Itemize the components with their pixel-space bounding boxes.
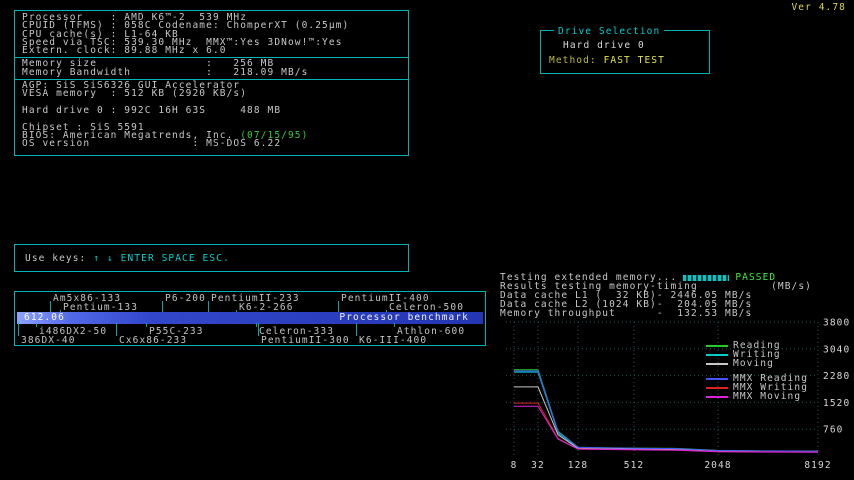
method-value: FAST TEST xyxy=(604,55,665,66)
info-line: Memory Bandwidth : 218.09 MB/s xyxy=(22,69,408,77)
system-info-panel: Processor : AMD K6™-2 539 MHzCPUID (TFMS… xyxy=(14,10,409,156)
legend-label: Moving xyxy=(733,358,774,369)
legend-label: MMX Moving xyxy=(733,391,801,402)
drive-selection-item-hard-drive[interactable]: Hard drive 0 xyxy=(563,40,709,51)
cpu-benchmark-labels-row-3: i486DX2-50P55C-233Celeron-333Athlon-600 xyxy=(15,326,485,335)
memory-chart-legend: ReadingWritingMovingMMX ReadingMMX Writi… xyxy=(706,341,808,401)
info-line: OS version : MS-DOS 6.22 xyxy=(22,140,408,148)
legend-swatch xyxy=(706,363,728,365)
info-line: Hard drive 0 : 992C 16H 63S 488 MB xyxy=(22,107,408,115)
info-line: VESA memory : 512 KB (2920 KB/s) xyxy=(22,90,408,98)
cpu-ref-label: Cx6x86-233 xyxy=(119,335,187,346)
keys-help-panel: Use keys: ↑ ↓ ENTER SPACE ESC. xyxy=(14,244,409,272)
speedsys-screen: Ver 4.78 Processor : AMD K6™-2 539 MHzCP… xyxy=(0,0,854,480)
legend-swatch xyxy=(706,396,728,398)
drive-selection-panel: Drive Selection Hard drive 0 Method: FAS… xyxy=(540,30,710,74)
legend-swatch xyxy=(706,387,728,389)
legend-item: Moving xyxy=(706,359,808,368)
memory-test-panel: Testing extended memory... PASSED Result… xyxy=(500,273,816,318)
y-axis-label: 3040 xyxy=(823,344,850,355)
legend-swatch xyxy=(706,378,728,380)
memtest-progress-bar xyxy=(683,275,729,281)
keys-help-label: Use keys: xyxy=(25,253,86,264)
legend-swatch xyxy=(706,354,728,356)
cpu-benchmark-labels-row-4: 386DX-40 Cx6x86-233 PentiumII-300 K6-III-40… xyxy=(15,335,485,344)
x-axis-label: 128 xyxy=(568,460,588,471)
keys-help-keys: ↑ ↓ ENTER SPACE ESC. xyxy=(93,253,229,264)
legend-swatch xyxy=(706,345,728,347)
series-mmx-writing xyxy=(514,403,818,452)
y-axis-label: 3800 xyxy=(823,318,850,329)
cpu-ref-label: K6-III-400 xyxy=(359,335,427,346)
cpu-ref-label: PentiumII-300 xyxy=(261,335,350,346)
cpu-benchmark-panel: Am5x86-133P6-200PentiumII-233PentiumII-4… xyxy=(14,291,486,346)
x-axis-label: 8 xyxy=(511,460,518,471)
x-axis-label: 512 xyxy=(624,460,644,471)
drive-selection-title: Drive Selection xyxy=(554,26,664,37)
system-info-lines: Processor : AMD K6™-2 539 MHzCPUID (TFMS… xyxy=(22,14,408,148)
x-axis-label: 2048 xyxy=(704,460,731,471)
y-axis-label: 760 xyxy=(823,425,843,436)
drive-selection-item-method[interactable]: Method: FAST TEST xyxy=(549,55,709,66)
info-line: Extern. clock: 89.88 MHz x 6.0 xyxy=(22,47,408,55)
cpu-benchmark-labels-row-2: Pentium-133K6-2-266Celeron-500 xyxy=(15,302,485,311)
y-axis-label: 2280 xyxy=(823,371,850,382)
benchmark-title: Processor benchmark xyxy=(339,312,469,324)
x-axis-label: 8192 xyxy=(804,460,831,471)
method-label: Method: xyxy=(549,55,604,66)
x-axis-label: 32 xyxy=(531,460,545,471)
cpu-ref-label: 386DX-40 xyxy=(21,335,76,346)
cpu-benchmark-labels-row-1: Am5x86-133P6-200PentiumII-233PentiumII-4… xyxy=(15,293,485,302)
memtest-units-label: (MB/s) xyxy=(771,282,812,291)
version-label: Ver 4.78 xyxy=(791,2,846,13)
benchmark-score: 612.06 xyxy=(24,312,65,324)
legend-item: MMX Moving xyxy=(706,392,808,401)
y-axis-label: 1520 xyxy=(823,398,850,409)
benchmark-bar: 612.06 Processor benchmark xyxy=(17,312,483,324)
